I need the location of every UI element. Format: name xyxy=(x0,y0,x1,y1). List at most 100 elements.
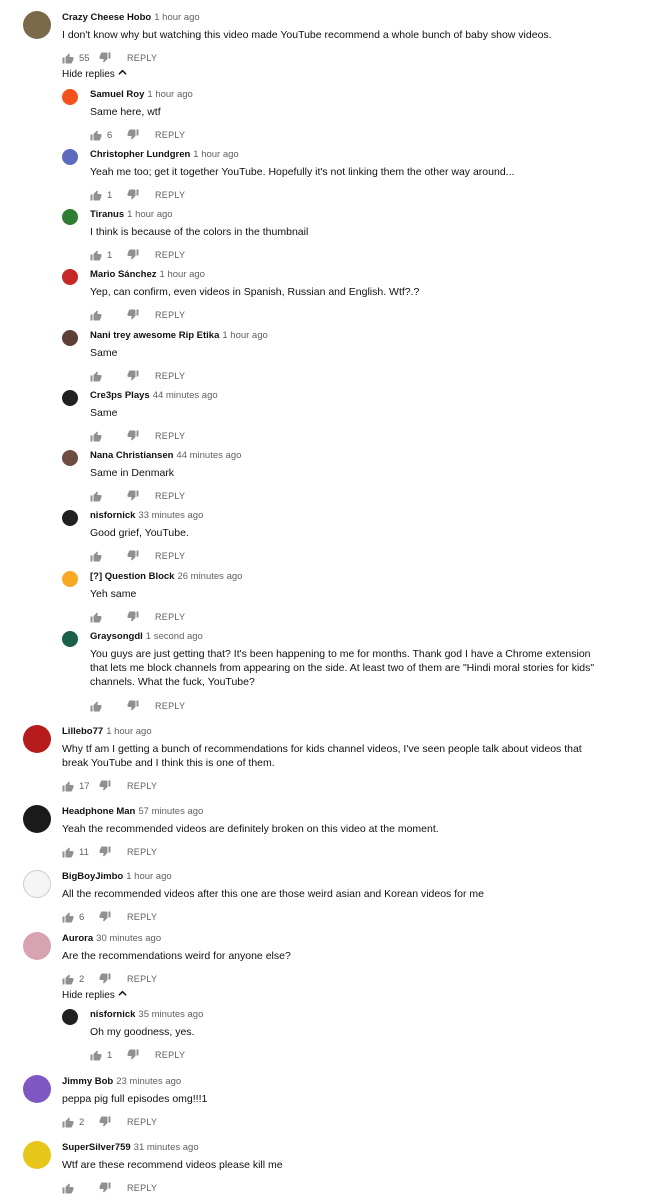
thumbs-up-icon[interactable] xyxy=(62,911,74,923)
thumbs-down-icon[interactable] xyxy=(99,1116,111,1128)
reply-button[interactable]: REPLY xyxy=(155,250,185,260)
author-name[interactable]: Nana Christiansen xyxy=(90,450,173,461)
reply-button[interactable]: REPLY xyxy=(127,53,157,63)
author-name[interactable]: BigBoyJimbo xyxy=(62,871,123,882)
thumbs-up-icon[interactable] xyxy=(90,249,102,261)
avatar[interactable] xyxy=(23,725,51,753)
avatar[interactable] xyxy=(62,330,78,346)
timestamp[interactable]: 31 minutes ago xyxy=(134,1142,199,1153)
thumbs-up-icon[interactable] xyxy=(62,52,74,64)
reply-button[interactable]: REPLY xyxy=(155,551,185,561)
avatar[interactable] xyxy=(62,209,78,225)
author-name[interactable]: SuperSilver759 xyxy=(62,1142,131,1153)
timestamp[interactable]: 57 minutes ago xyxy=(138,806,203,817)
timestamp[interactable]: 1 hour ago xyxy=(126,871,171,882)
timestamp[interactable]: 1 hour ago xyxy=(147,89,192,100)
thumbs-down-icon[interactable] xyxy=(127,430,139,442)
thumbs-up-icon[interactable] xyxy=(90,490,102,502)
timestamp[interactable]: 30 minutes ago xyxy=(96,933,161,944)
author-name[interactable]: [?] Question Block xyxy=(90,571,174,582)
hide-replies-button[interactable]: Hide replies xyxy=(62,989,127,1001)
avatar[interactable] xyxy=(62,510,78,526)
thumbs-down-icon[interactable] xyxy=(127,1049,139,1061)
thumbs-up-icon[interactable] xyxy=(90,129,102,141)
avatar[interactable] xyxy=(62,450,78,466)
timestamp[interactable]: 1 hour ago xyxy=(154,12,199,23)
thumbs-down-icon[interactable] xyxy=(99,1182,111,1194)
avatar[interactable] xyxy=(62,1009,78,1025)
timestamp[interactable]: 26 minutes ago xyxy=(177,571,242,582)
timestamp[interactable]: 1 second ago xyxy=(146,631,203,642)
thumbs-down-icon[interactable] xyxy=(99,911,111,923)
author-name[interactable]: nisfornick xyxy=(90,1009,135,1020)
avatar[interactable] xyxy=(62,631,78,647)
author-name[interactable]: Aurora xyxy=(62,933,93,944)
reply-button[interactable]: REPLY xyxy=(127,1183,157,1193)
thumbs-up-icon[interactable] xyxy=(62,973,74,985)
thumbs-down-icon[interactable] xyxy=(127,700,139,712)
thumbs-down-icon[interactable] xyxy=(99,52,111,64)
thumbs-down-icon[interactable] xyxy=(127,490,139,502)
thumbs-up-icon[interactable] xyxy=(90,309,102,321)
thumbs-down-icon[interactable] xyxy=(127,189,139,201)
reply-button[interactable]: REPLY xyxy=(155,431,185,441)
author-name[interactable]: Crazy Cheese Hobo xyxy=(62,12,151,23)
reply-button[interactable]: REPLY xyxy=(127,974,157,984)
reply-button[interactable]: REPLY xyxy=(155,1050,185,1060)
author-name[interactable]: Tiranus xyxy=(90,209,124,220)
reply-button[interactable]: REPLY xyxy=(155,310,185,320)
avatar[interactable] xyxy=(23,805,51,833)
reply-button[interactable]: REPLY xyxy=(155,701,185,711)
timestamp[interactable]: 35 minutes ago xyxy=(138,1009,203,1020)
reply-button[interactable]: REPLY xyxy=(155,130,185,140)
author-name[interactable]: nisfornick xyxy=(90,510,135,521)
thumbs-down-icon[interactable] xyxy=(99,780,111,792)
timestamp[interactable]: 33 minutes ago xyxy=(138,510,203,521)
thumbs-down-icon[interactable] xyxy=(99,973,111,985)
reply-button[interactable]: REPLY xyxy=(127,912,157,922)
reply-button[interactable]: REPLY xyxy=(155,371,185,381)
author-name[interactable]: Lillebo77 xyxy=(62,726,103,737)
author-name[interactable]: Headphone Man xyxy=(62,806,135,817)
thumbs-up-icon[interactable] xyxy=(90,550,102,562)
reply-button[interactable]: REPLY xyxy=(127,847,157,857)
avatar[interactable] xyxy=(62,571,78,587)
avatar[interactable] xyxy=(62,390,78,406)
thumbs-up-icon[interactable] xyxy=(62,780,74,792)
hide-replies-button[interactable]: Hide replies xyxy=(62,68,127,80)
timestamp[interactable]: 44 minutes ago xyxy=(153,390,218,401)
reply-button[interactable]: REPLY xyxy=(155,190,185,200)
thumbs-down-icon[interactable] xyxy=(127,370,139,382)
avatar[interactable] xyxy=(62,149,78,165)
thumbs-up-icon[interactable] xyxy=(90,430,102,442)
author-name[interactable]: Jimmy Bob xyxy=(62,1076,113,1087)
timestamp[interactable]: 1 hour ago xyxy=(193,149,238,160)
thumbs-up-icon[interactable] xyxy=(62,1182,74,1194)
thumbs-down-icon[interactable] xyxy=(127,129,139,141)
reply-button[interactable]: REPLY xyxy=(155,612,185,622)
author-name[interactable]: Nani trey awesome Rip Etika xyxy=(90,330,219,341)
avatar[interactable] xyxy=(23,932,51,960)
reply-button[interactable]: REPLY xyxy=(155,491,185,501)
avatar[interactable] xyxy=(23,1075,51,1103)
thumbs-up-icon[interactable] xyxy=(90,189,102,201)
timestamp[interactable]: 1 hour ago xyxy=(106,726,151,737)
timestamp[interactable]: 23 minutes ago xyxy=(116,1076,181,1087)
thumbs-down-icon[interactable] xyxy=(99,846,111,858)
avatar[interactable] xyxy=(23,11,51,39)
thumbs-up-icon[interactable] xyxy=(62,846,74,858)
reply-button[interactable]: REPLY xyxy=(127,781,157,791)
thumbs-down-icon[interactable] xyxy=(127,550,139,562)
author-name[interactable]: Samuel Roy xyxy=(90,89,144,100)
thumbs-up-icon[interactable] xyxy=(62,1116,74,1128)
avatar[interactable] xyxy=(23,870,51,898)
avatar[interactable] xyxy=(23,1141,51,1169)
thumbs-up-icon[interactable] xyxy=(90,370,102,382)
thumbs-down-icon[interactable] xyxy=(127,249,139,261)
avatar[interactable] xyxy=(62,89,78,105)
author-name[interactable]: Christopher Lundgren xyxy=(90,149,190,160)
reply-button[interactable]: REPLY xyxy=(127,1117,157,1127)
timestamp[interactable]: 1 hour ago xyxy=(222,330,267,341)
timestamp[interactable]: 1 hour ago xyxy=(160,269,205,280)
thumbs-up-icon[interactable] xyxy=(90,700,102,712)
